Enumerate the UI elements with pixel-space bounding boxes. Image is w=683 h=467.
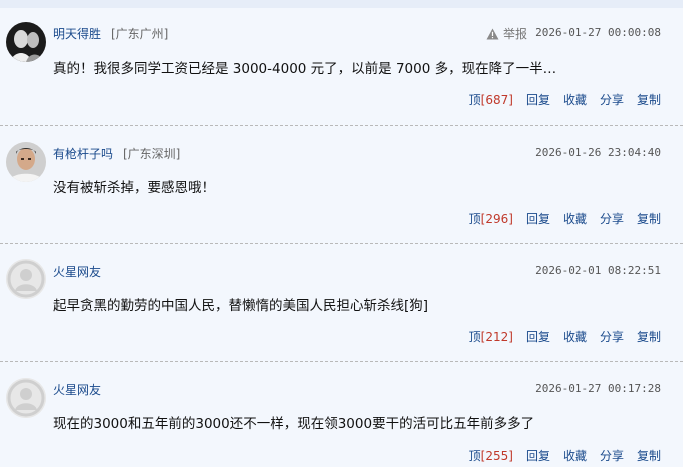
username[interactable]: 火星网友 xyxy=(53,263,101,280)
favorite-button[interactable]: 收藏 xyxy=(563,449,587,463)
upvote-button[interactable]: 顶[212] xyxy=(469,330,513,344)
warning-icon xyxy=(486,28,499,40)
report-label: 举报 xyxy=(503,27,528,41)
comment-time: 2026-02-01 08:22:51 xyxy=(535,264,661,277)
username[interactable]: 明天得胜 xyxy=(53,25,101,42)
comment-time: 2026-01-27 00:17:28 xyxy=(535,382,661,395)
avatar[interactable] xyxy=(6,22,46,62)
copy-button[interactable]: 复制 xyxy=(637,449,661,463)
copy-button[interactable]: 复制 xyxy=(637,212,661,226)
reply-button[interactable]: 回复 xyxy=(526,93,550,107)
share-button[interactable]: 分享 xyxy=(600,212,624,226)
comment-divider xyxy=(0,361,683,362)
comment-actions: 顶[212] 回复 收藏 分享 复制 xyxy=(469,328,661,345)
comment-text: 真的！我很多同学工资已经是 3000-4000 元了，以前是 7000 多，现在… xyxy=(53,61,557,77)
comment-actions: 顶[296] 回复 收藏 分享 复制 xyxy=(469,210,661,227)
comment-divider xyxy=(0,243,683,244)
avatar[interactable] xyxy=(6,259,46,299)
user-location: [广东深圳] xyxy=(123,147,181,161)
upvote-button[interactable]: 顶[255] xyxy=(469,449,513,463)
user-location: [广东广州] xyxy=(111,27,169,41)
upvote-label: 顶 xyxy=(468,449,481,463)
comment-text: 没有被斩杀掉，要感恩哦！ xyxy=(53,180,215,196)
reply-button[interactable]: 回复 xyxy=(526,449,550,463)
favorite-button[interactable]: 收藏 xyxy=(563,93,587,107)
username[interactable]: 火星网友 xyxy=(53,381,101,398)
upvote-count: [296] xyxy=(480,212,513,226)
username[interactable]: 有枪杆子吗 xyxy=(53,145,113,162)
avatar[interactable] xyxy=(6,378,46,418)
comment-text: 起早贪黑的勤劳的中国人民，替懒惰的美国人民担心斩杀线[狗] xyxy=(53,298,429,314)
upvote-label: 顶 xyxy=(468,212,481,226)
upvote-button[interactable]: 顶[296] xyxy=(469,212,513,226)
upvote-count: [212] xyxy=(480,330,513,344)
share-button[interactable]: 分享 xyxy=(600,449,624,463)
copy-button[interactable]: 复制 xyxy=(637,330,661,344)
share-button[interactable]: 分享 xyxy=(600,93,624,107)
upvote-label: 顶 xyxy=(468,330,481,344)
top-strip xyxy=(0,0,683,8)
favorite-button[interactable]: 收藏 xyxy=(563,330,587,344)
comment-time: 2026-01-27 00:00:08 xyxy=(535,26,661,39)
reply-button[interactable]: 回复 xyxy=(526,212,550,226)
upvote-count: [255] xyxy=(480,449,513,463)
upvote-count: [687] xyxy=(480,93,513,107)
report-button[interactable]: 举报 xyxy=(486,25,527,42)
comment-actions: 顶[687] 回复 收藏 分享 复制 xyxy=(469,91,661,108)
comment-text: 现在的3000和五年前的3000还不一样，现在领3000要干的活可比五年前多多了 xyxy=(53,416,535,432)
copy-button[interactable]: 复制 xyxy=(637,93,661,107)
comment-divider xyxy=(0,125,683,126)
avatar[interactable] xyxy=(6,142,46,182)
upvote-label: 顶 xyxy=(468,93,481,107)
comment-time: 2026-01-26 23:04:40 xyxy=(535,146,661,159)
favorite-button[interactable]: 收藏 xyxy=(563,212,587,226)
reply-button[interactable]: 回复 xyxy=(526,330,550,344)
comment-actions: 顶[255] 回复 收藏 分享 复制 xyxy=(469,447,661,464)
upvote-button[interactable]: 顶[687] xyxy=(469,93,513,107)
share-button[interactable]: 分享 xyxy=(600,330,624,344)
